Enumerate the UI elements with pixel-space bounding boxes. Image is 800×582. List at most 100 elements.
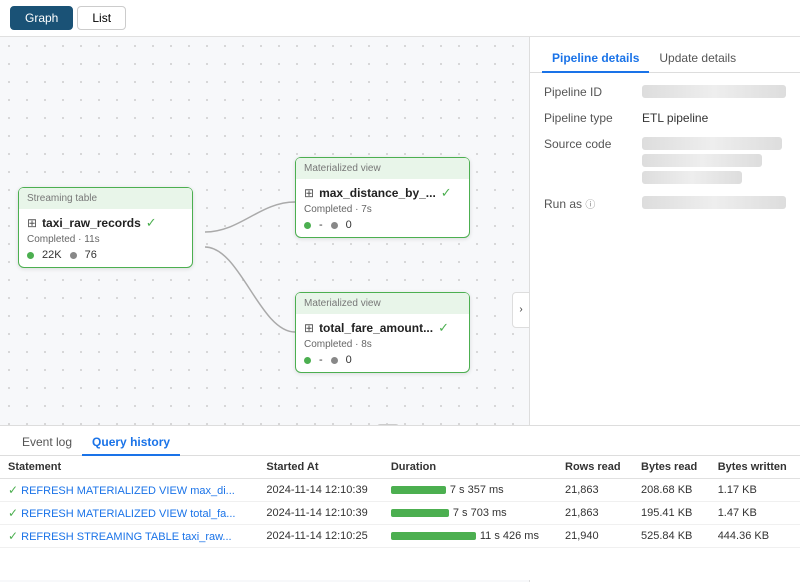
mat1-metric2: 0 — [346, 219, 352, 231]
node-streaming-body: ⊞ taxi_raw_records ✓ Completed · 11s 22K… — [19, 209, 192, 267]
duration-text-0: 7 s 357 ms — [450, 484, 504, 496]
cell-started-at-0: 2024-11-14 12:10:39 — [258, 479, 383, 502]
duration-bar-0: 7 s 357 ms — [391, 484, 504, 496]
bottom-section: Event log Query history Statement Starte… — [0, 425, 800, 580]
cell-statement-1: ✓ REFRESH MATERIALIZED VIEW total_fa... — [0, 502, 258, 525]
row-status-icon-2: ✓ — [8, 529, 18, 543]
mat2-metric2: 0 — [346, 354, 352, 366]
col-header-bytes-read: Bytes read — [633, 456, 710, 479]
cell-statement-2: ✓ REFRESH STREAMING TABLE taxi_raw... — [0, 525, 258, 548]
node-mat-view-2[interactable]: Materialized view ⊞ total_fare_amount...… — [295, 292, 470, 373]
col-header-rows-read: Rows read — [557, 456, 633, 479]
run-as-label: Run as ⓘ — [544, 196, 634, 211]
streaming-status: Completed · 11s — [27, 234, 184, 245]
source-code-label: Source code — [544, 137, 634, 184]
table-icon-mat2: ⊞ — [304, 321, 314, 335]
node-mat2-label: Materialized view — [296, 293, 469, 314]
mat1-label-text: Materialized view — [304, 163, 381, 174]
panel-tabs: Pipeline details Update details — [530, 37, 800, 73]
cell-rows-read-2: 21,940 — [557, 525, 633, 548]
pipeline-type-label: Pipeline type — [544, 111, 634, 125]
streaming-dot-green — [27, 252, 34, 259]
col-header-bytes-written: Bytes written — [710, 456, 800, 479]
row-status-icon-1: ✓ — [8, 506, 18, 520]
duration-bar-1: 7 s 703 ms — [391, 507, 507, 519]
node-mat-view-1[interactable]: Materialized view ⊞ max_distance_by_... … — [295, 157, 470, 238]
streaming-check-icon: ✓ — [146, 215, 157, 231]
node-mat1-body: ⊞ max_distance_by_... ✓ Completed · 7s -… — [296, 179, 469, 237]
collapse-panel-button[interactable]: › — [512, 292, 530, 328]
cell-rows-read-1: 21,863 — [557, 502, 633, 525]
list-tab-button[interactable]: List — [77, 6, 126, 30]
run-as-info-icon: ⓘ — [585, 200, 595, 211]
streaming-metric1: 22K — [42, 249, 62, 261]
cell-bytes-written-1: 1.47 KB — [710, 502, 800, 525]
mat2-metrics: - 0 — [304, 354, 461, 366]
panel-row-source-code: Source code — [544, 137, 786, 184]
toolbar: Graph List — [0, 0, 800, 37]
node-streaming-label: Streaming table — [19, 188, 192, 209]
node-streaming-table[interactable]: Streaming table ⊞ taxi_raw_records ✓ Com… — [18, 187, 193, 268]
pipeline-id-value — [642, 85, 786, 98]
table-icon-streaming: ⊞ — [27, 216, 37, 230]
statement-link-0[interactable]: REFRESH MATERIALIZED VIEW max_di... — [21, 485, 235, 497]
duration-bar-2: 11 s 426 ms — [391, 530, 539, 542]
mat2-status: Completed · 8s — [304, 339, 461, 350]
node-mat1-label: Materialized view — [296, 158, 469, 179]
mat1-status: Completed · 7s — [304, 204, 461, 215]
mat2-label-text: Materialized view — [304, 298, 381, 309]
duration-text-1: 7 s 703 ms — [453, 507, 507, 519]
table-row: ✓ REFRESH STREAMING TABLE taxi_raw... 20… — [0, 525, 800, 548]
tab-query-history[interactable]: Query history — [82, 430, 180, 456]
bottom-tabs: Event log Query history — [0, 426, 800, 456]
mat2-title: total_fare_amount... — [319, 321, 433, 335]
cell-statement-0: ✓ REFRESH MATERIALIZED VIEW max_di... — [0, 479, 258, 502]
col-header-started-at: Started At — [258, 456, 383, 479]
query-history-table-container: Statement Started At Duration Rows read … — [0, 456, 800, 548]
pipeline-id-label: Pipeline ID — [544, 85, 634, 99]
cell-duration-0: 7 s 357 ms — [383, 479, 557, 502]
panel-row-run-as: Run as ⓘ — [544, 196, 786, 211]
cell-bytes-read-0: 208.68 KB — [633, 479, 710, 502]
mat1-metric1: - — [319, 219, 323, 231]
cell-bytes-read-2: 525.84 KB — [633, 525, 710, 548]
cell-rows-read-0: 21,863 — [557, 479, 633, 502]
mat1-title: max_distance_by_... — [319, 186, 436, 200]
graph-tab-button[interactable]: Graph — [10, 6, 73, 30]
cell-duration-2: 11 s 426 ms — [383, 525, 557, 548]
streaming-dot-grey — [70, 252, 77, 259]
table-row: ✓ REFRESH MATERIALIZED VIEW total_fa... … — [0, 502, 800, 525]
col-header-statement: Statement — [0, 456, 258, 479]
table-row: ✓ REFRESH MATERIALIZED VIEW max_di... 20… — [0, 479, 800, 502]
panel-row-pipeline-type: Pipeline type ETL pipeline — [544, 111, 786, 125]
source-code-value — [642, 137, 786, 184]
cell-started-at-1: 2024-11-14 12:10:39 — [258, 502, 383, 525]
cell-duration-1: 7 s 703 ms — [383, 502, 557, 525]
tab-event-log[interactable]: Event log — [12, 430, 82, 456]
dur-bar-fill-2 — [391, 532, 476, 540]
mat2-dot-grey — [331, 357, 338, 364]
node-mat2-body: ⊞ total_fare_amount... ✓ Completed · 8s … — [296, 314, 469, 372]
col-header-duration: Duration — [383, 456, 557, 479]
table-icon-mat1: ⊞ — [304, 186, 314, 200]
tab-update-details[interactable]: Update details — [649, 45, 746, 73]
cell-bytes-read-1: 195.41 KB — [633, 502, 710, 525]
mat2-metric1: - — [319, 354, 323, 366]
mat2-check-icon: ✓ — [438, 320, 449, 336]
statement-link-2[interactable]: REFRESH STREAMING TABLE taxi_raw... — [21, 531, 231, 543]
cell-bytes-written-0: 1.17 KB — [710, 479, 800, 502]
streaming-metric2: 76 — [85, 249, 97, 261]
mat1-dot-green — [304, 222, 311, 229]
duration-text-2: 11 s 426 ms — [480, 530, 539, 542]
tab-pipeline-details[interactable]: Pipeline details — [542, 45, 649, 73]
run-as-value — [642, 196, 786, 209]
panel-row-pipeline-id: Pipeline ID — [544, 85, 786, 99]
mat1-metrics: - 0 — [304, 219, 461, 231]
mat2-dot-green — [304, 357, 311, 364]
statement-link-1[interactable]: REFRESH MATERIALIZED VIEW total_fa... — [21, 508, 235, 520]
streaming-title: taxi_raw_records — [42, 216, 141, 230]
dur-bar-fill-0 — [391, 486, 446, 494]
pipeline-type-value: ETL pipeline — [642, 111, 786, 125]
mat1-check-icon: ✓ — [441, 185, 452, 201]
table-header-row: Statement Started At Duration Rows read … — [0, 456, 800, 479]
